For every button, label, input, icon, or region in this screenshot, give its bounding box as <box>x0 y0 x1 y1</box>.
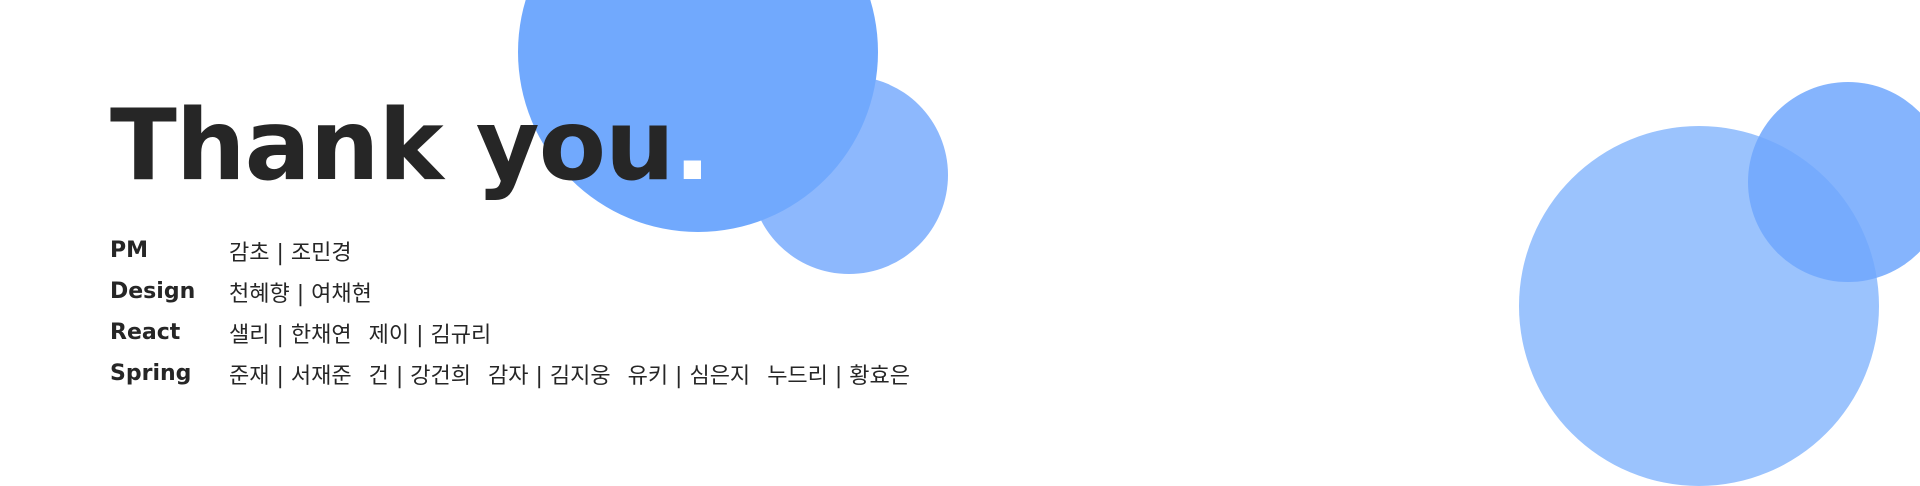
member-name: 제이 | 김규리 <box>368 322 492 348</box>
team-row-spring: Spring 준재 | 서재준 건 | 강건희 감자 | 김지웅 유키 | 심은… <box>110 353 927 394</box>
role-label: Spring <box>110 361 192 386</box>
member-name: 유키 | 심은지 <box>627 363 751 389</box>
member-name: 건 | 강건희 <box>368 363 471 389</box>
member-name: 샐리 | 한채연 <box>229 322 352 348</box>
role-label: React <box>110 320 181 345</box>
team-row-pm: PM 감초 | 조민경 <box>110 230 927 271</box>
member-name: 준재 | 서재준 <box>229 363 352 389</box>
member-list: 샐리 | 한채연 제이 | 김규리 <box>229 317 508 349</box>
role-label: Design <box>110 279 196 304</box>
member-name: 감초 | 조민경 <box>229 240 352 266</box>
role-label: PM <box>110 238 149 263</box>
thank-you-title: Thank you. <box>110 97 711 195</box>
team-row-design: Design 천혜향 | 여채현 <box>110 271 927 312</box>
member-name: 누드리 | 황효은 <box>767 363 911 389</box>
member-name: 감자 | 김지웅 <box>487 363 611 389</box>
member-list: 감초 | 조민경 <box>229 235 369 267</box>
member-name: 천혜향 | 여채현 <box>229 281 372 307</box>
team-credits: PM 감초 | 조민경 Design 천혜향 | 여채현 React 샐리 | … <box>110 230 927 394</box>
member-list: 천혜향 | 여채현 <box>229 276 389 308</box>
member-list: 준재 | 서재준 건 | 강건희 감자 | 김지웅 유키 | 심은지 누드리 |… <box>229 358 927 390</box>
title-dot: . <box>673 89 711 203</box>
team-row-react: React 샐리 | 한채연 제이 | 김규리 <box>110 312 927 353</box>
thank-you-text: Thank you <box>110 89 675 203</box>
